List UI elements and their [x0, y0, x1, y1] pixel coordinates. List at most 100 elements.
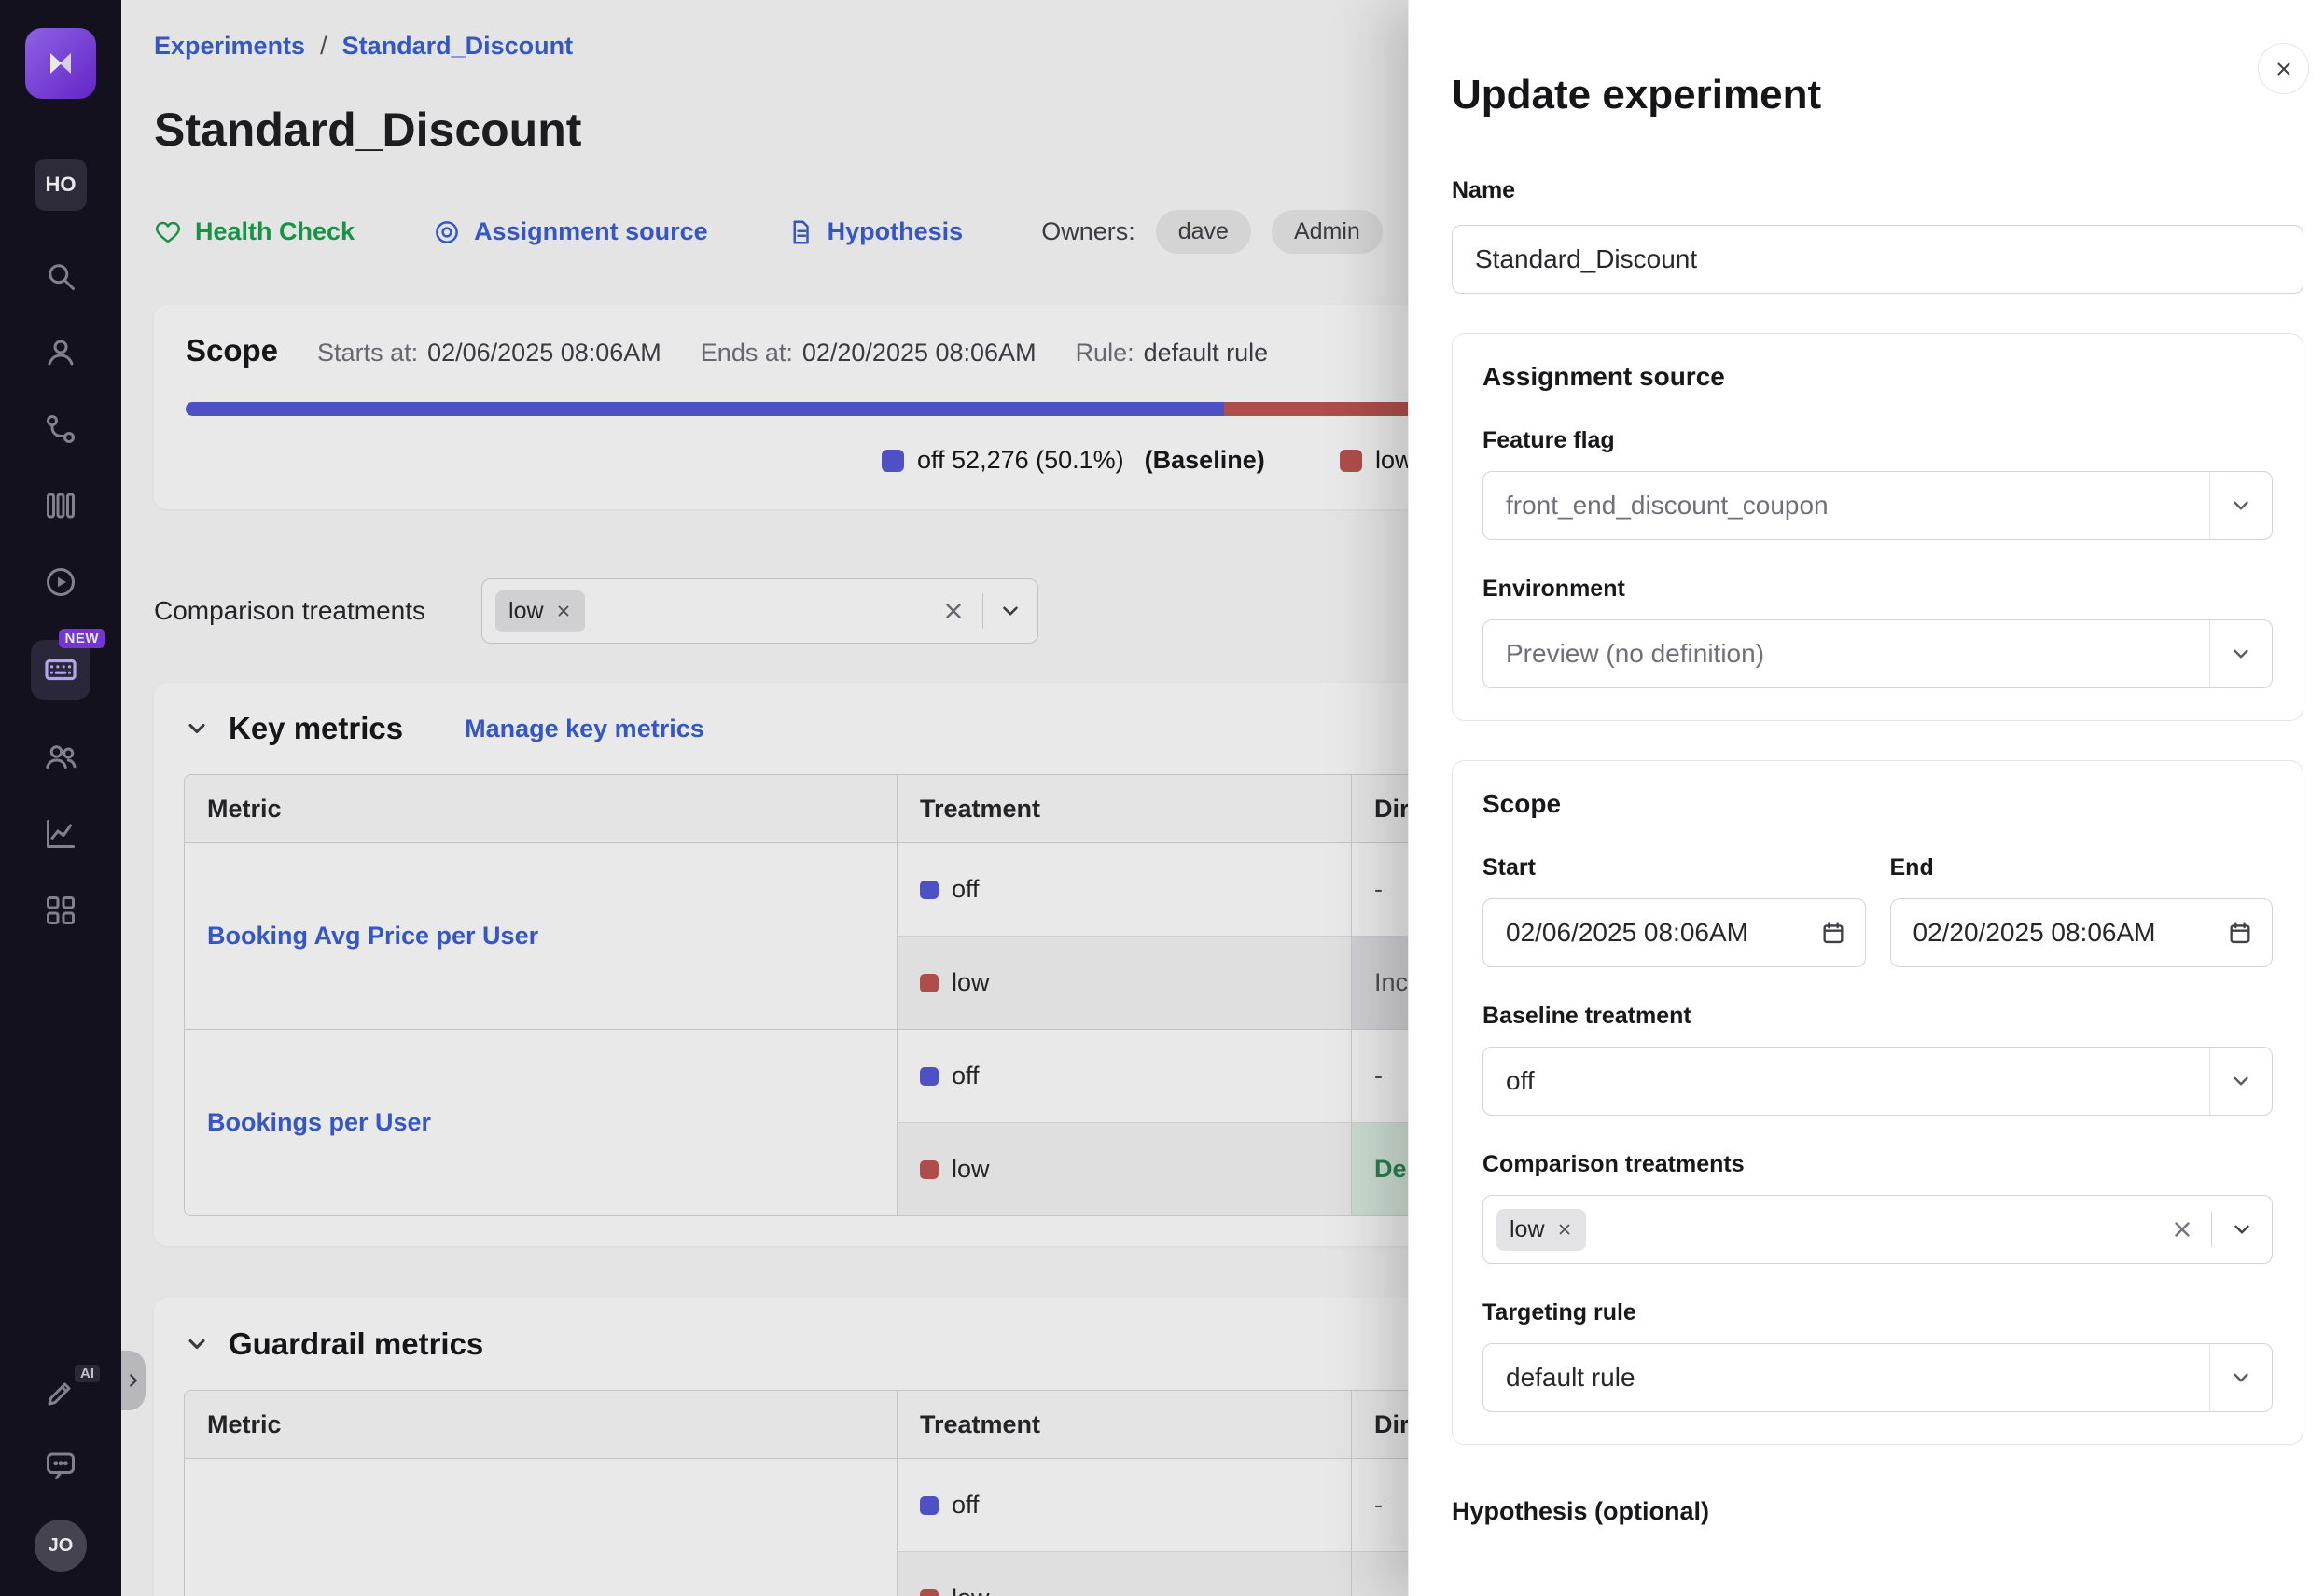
treatment-chip-low[interactable]: low	[495, 590, 585, 632]
hypothesis-link[interactable]: Hypothesis	[786, 217, 964, 246]
assignment-source-section: Assignment source Feature flag front_end…	[1452, 333, 2303, 721]
legend-item-off: off 52,276 (50.1%) (Baseline)	[882, 446, 1265, 475]
start-date-value: 02/06/2025 08:06AM	[1506, 918, 1748, 948]
chip-remove-icon[interactable]	[1556, 1221, 1573, 1238]
sidebar-expand-handle[interactable]	[121, 1351, 146, 1410]
assignment-source-label: Assignment source	[474, 217, 708, 246]
search-icon[interactable]	[42, 257, 79, 295]
line-chart-icon[interactable]	[42, 815, 79, 853]
treatment-chip-low[interactable]: low	[1496, 1209, 1586, 1251]
chevron-down-icon[interactable]	[2209, 472, 2272, 539]
health-check-link[interactable]: Health Check	[154, 217, 355, 246]
comparison-treatments-multiselect[interactable]: low	[1482, 1195, 2273, 1264]
targeting-rule-label: Targeting rule	[1482, 1299, 2273, 1326]
col-metric: Metric	[185, 795, 897, 824]
user-avatar[interactable]: JO	[35, 1520, 87, 1572]
clear-x-icon[interactable]	[2170, 1217, 2194, 1242]
metric-link[interactable]: Booking Avg Price per User	[207, 922, 538, 951]
document-icon	[786, 218, 814, 246]
sidebar-bottom: AI JO	[35, 1374, 87, 1572]
grid-icon[interactable]	[42, 892, 79, 929]
scope-rule: Rule:default rule	[1076, 339, 1269, 368]
owners-group: Owners: dave Admin	[1041, 210, 1383, 254]
calendar-icon[interactable]	[2227, 920, 2253, 946]
scope-ends: Ends at:02/20/2025 08:06AM	[701, 339, 1037, 368]
collapse-chevron-icon[interactable]	[184, 1331, 210, 1357]
chevron-down-icon[interactable]	[2209, 1048, 2272, 1115]
key-metrics-title: Key metrics	[229, 711, 403, 746]
chip-remove-icon[interactable]	[555, 603, 572, 619]
baseline-treatment-label: Baseline treatment	[1482, 1003, 2273, 1030]
owner-chip-dave[interactable]: dave	[1156, 210, 1251, 254]
drawer-title: Update experiment	[1452, 71, 2303, 119]
ends-label: Ends at:	[701, 339, 793, 367]
treatment-swatch	[920, 1496, 939, 1515]
name-label: Name	[1452, 177, 2303, 204]
feature-flag-label: Feature flag	[1482, 427, 2273, 454]
environment-value: Preview (no definition)	[1506, 639, 1764, 669]
chevron-down-icon[interactable]	[983, 599, 1037, 623]
person-icon[interactable]	[42, 334, 79, 371]
environment-select[interactable]: Preview (no definition)	[1482, 619, 2273, 688]
treatment-swatch	[920, 881, 939, 899]
end-date-input[interactable]: 02/20/2025 08:06AM	[1890, 898, 2274, 967]
col-treatment: Treatment	[897, 775, 1351, 842]
targeting-rule-select[interactable]: default rule	[1482, 1343, 2273, 1412]
chevron-right-icon	[123, 1370, 144, 1391]
targeting-rule-value: default rule	[1506, 1363, 1635, 1393]
play-circle-icon[interactable]	[42, 563, 79, 601]
assignment-source-title: Assignment source	[1482, 362, 2273, 392]
sidebar-nav: NEW	[31, 257, 90, 929]
split-test-icon[interactable]	[42, 410, 79, 448]
treatment-swatch	[920, 1589, 939, 1596]
clear-x-icon[interactable]	[941, 599, 966, 623]
chevron-down-icon[interactable]	[2212, 1217, 2272, 1242]
owners-label: Owners:	[1041, 217, 1135, 246]
app-logo[interactable]	[25, 28, 96, 99]
comparison-treatments-label: Comparison treatments	[1482, 1151, 2273, 1178]
legend-off-baseline: (Baseline)	[1145, 446, 1265, 475]
treatment-name: off	[952, 1491, 980, 1520]
new-badge: NEW	[59, 629, 106, 648]
breadcrumb-experiments-link[interactable]: Experiments	[154, 32, 305, 61]
health-check-label: Health Check	[195, 217, 355, 246]
environment-label: Environment	[1482, 576, 2273, 603]
manage-key-metrics-link[interactable]: Manage key metrics	[465, 715, 704, 743]
chevron-down-icon[interactable]	[2209, 1344, 2272, 1411]
feature-flag-value: front_end_discount_coupon	[1506, 491, 1829, 520]
close-button[interactable]	[2258, 43, 2309, 94]
col-metric: Metric	[185, 1410, 897, 1439]
breadcrumb-current-link[interactable]: Standard_Discount	[342, 32, 574, 61]
owner-chip-admin[interactable]: Admin	[1272, 210, 1383, 254]
collapse-chevron-icon[interactable]	[184, 715, 210, 742]
treatment-name: off	[952, 1062, 980, 1090]
baseline-treatment-select[interactable]: off	[1482, 1047, 2273, 1116]
col-treatment: Treatment	[897, 1391, 1351, 1458]
chevron-down-icon[interactable]	[2209, 620, 2272, 687]
start-label: Start	[1482, 854, 1866, 881]
ai-assistant-button[interactable]: AI	[42, 1374, 79, 1411]
starts-label: Starts at:	[317, 339, 418, 367]
help-chat-icon[interactable]	[42, 1447, 79, 1484]
scope-starts: Starts at: 02/06/2025 08:06AM	[317, 339, 661, 368]
starts-value: 02/06/2025 08:06AM	[427, 339, 661, 367]
columns-icon[interactable]	[42, 487, 79, 524]
breadcrumb-separator: /	[320, 32, 327, 61]
comparison-treatments-multiselect[interactable]: low	[481, 578, 1038, 644]
calendar-icon[interactable]	[1820, 920, 1846, 946]
sidebar-item-experiments-active[interactable]: NEW	[31, 640, 90, 700]
workspace-badge[interactable]: HO	[35, 159, 87, 211]
hypothesis-optional-label: Hypothesis (optional)	[1452, 1497, 2303, 1526]
name-input[interactable]	[1452, 225, 2303, 294]
rule-label: Rule:	[1076, 339, 1134, 367]
people-icon[interactable]	[42, 739, 79, 776]
brand-mark-icon	[40, 43, 81, 84]
hypothesis-label: Hypothesis	[828, 217, 964, 246]
assignment-source-link[interactable]: Assignment source	[433, 217, 708, 246]
heart-icon	[154, 218, 182, 246]
start-date-input[interactable]: 02/06/2025 08:06AM	[1482, 898, 1866, 967]
treatment-name: low	[952, 1155, 990, 1184]
metric-link[interactable]: Bookings per User	[207, 1108, 431, 1137]
scope-section: Scope Start 02/06/2025 08:06AM End 02/20…	[1452, 760, 2303, 1445]
feature-flag-select[interactable]: front_end_discount_coupon	[1482, 471, 2273, 540]
